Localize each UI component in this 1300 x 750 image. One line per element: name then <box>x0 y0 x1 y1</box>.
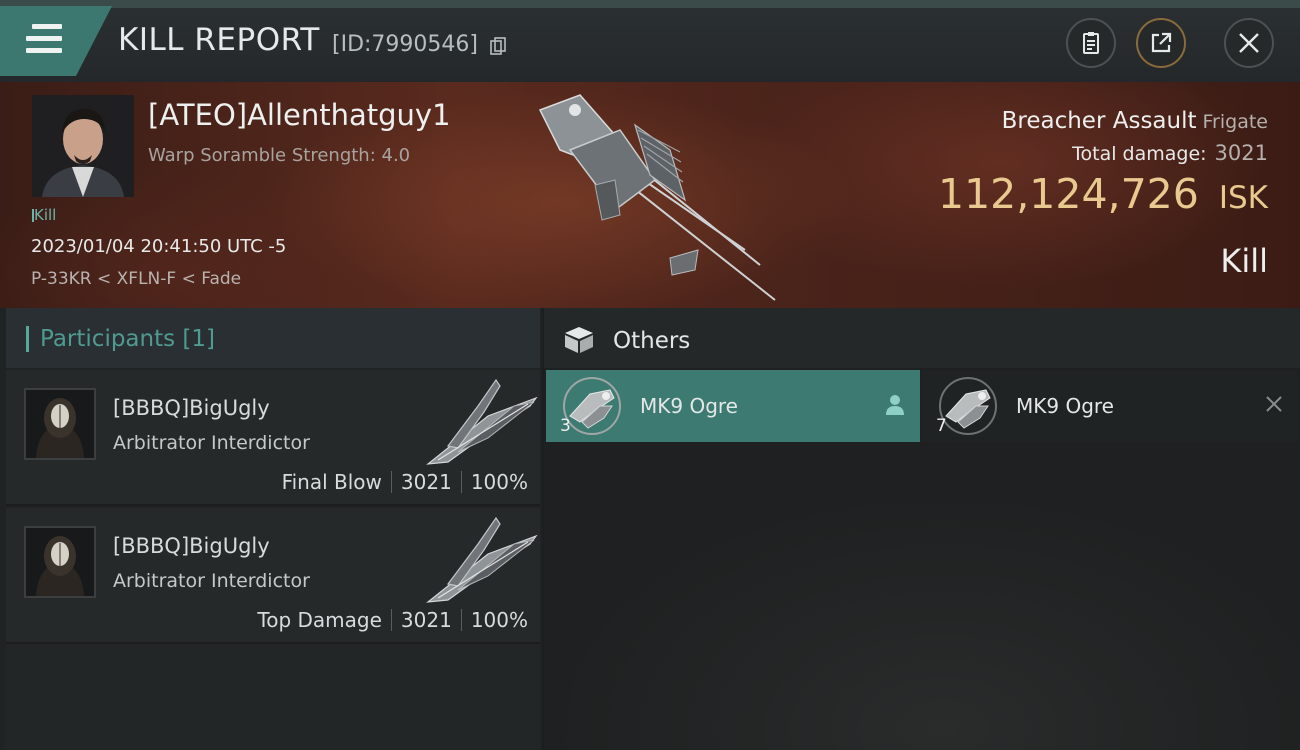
header-accent-line <box>0 0 1300 8</box>
victim-subtitle: Warp Soramble Strength: 4.0 <box>148 145 411 166</box>
cube-icon <box>565 327 593 353</box>
report-id: [ID:7990546] <box>332 32 478 57</box>
item-quantity: 3 <box>560 416 571 436</box>
total-damage: Total damage: 3021 <box>1072 141 1268 165</box>
victim-ship-image <box>538 94 776 301</box>
share-icon <box>1151 32 1172 53</box>
total-damage-value: 3021 <box>1214 141 1268 165</box>
others-item[interactable]: 3 MK9 Ogre <box>546 370 920 442</box>
participant-ship: Arbitrator Interdictor <box>113 432 310 454</box>
participant-percent: 100% <box>470 470 528 494</box>
participant-role: Final Blow <box>281 470 382 494</box>
others-panel: Others 3 MK9 Ogre 7 MK9 Ogre <box>544 308 1300 750</box>
participant-damage: 3021 <box>400 608 452 632</box>
result-label: Kill <box>1220 242 1268 280</box>
others-item[interactable]: 7 MK9 Ogre <box>922 370 1298 442</box>
participant-row[interactable]: [BBBQ]BigUgly Arbitrator Interdictor Fin… <box>6 370 540 506</box>
item-name: MK9 Ogre <box>1016 394 1114 418</box>
participant-ship: Arbitrator Interdictor <box>113 570 310 592</box>
participant-avatar[interactable] <box>24 526 96 598</box>
isk-value: 112,124,726 ISK <box>938 170 1268 218</box>
participant-role: Top Damage <box>257 608 382 632</box>
kill-datetime: 2023/01/04 20:41:50 UTC -5 <box>31 236 287 257</box>
ship-name-text: Breacher Assault <box>1001 108 1197 134</box>
participant-name[interactable]: [BBBQ]BigUgly <box>113 534 270 558</box>
page-title: KILL REPORT <box>118 22 320 58</box>
menu-icon <box>26 24 62 60</box>
share-button[interactable] <box>1136 18 1186 68</box>
participant-stats: Top Damage 3021 100% <box>257 608 528 632</box>
participant-ship-image <box>426 516 538 603</box>
kill-location[interactable]: P-33KR < XFLN-F < Fade <box>31 269 241 289</box>
participant-stats: Final Blow 3021 100% <box>282 470 528 494</box>
close-button[interactable] <box>1224 18 1274 68</box>
item-name: MK9 Ogre <box>640 394 738 418</box>
isk-unit: ISK <box>1218 180 1268 216</box>
participant-row[interactable]: [BBBQ]BigUgly Arbitrator Interdictor Top… <box>6 508 540 644</box>
clipboard-button[interactable] <box>1066 18 1116 68</box>
participant-avatar[interactable] <box>24 388 96 460</box>
participants-empty-area <box>6 644 540 750</box>
participant-ship-image <box>426 378 538 465</box>
victim-name[interactable]: [ATEO]Allenthatguy1 <box>148 98 451 132</box>
kill-tag: Kill <box>31 206 57 224</box>
person-icon[interactable] <box>884 394 906 416</box>
item-quantity: 7 <box>936 416 947 436</box>
close-icon <box>1239 33 1259 53</box>
header-bar: KILL REPORT [ID:7990546] <box>0 0 1300 82</box>
participants-label: Participants [1] <box>40 326 215 352</box>
victim-avatar[interactable] <box>32 95 134 197</box>
tab-indicator <box>26 326 29 352</box>
isk-amount: 112,124,726 <box>938 170 1199 218</box>
others-header: Others <box>544 308 1300 368</box>
participant-percent: 100% <box>470 608 528 632</box>
participant-name[interactable]: [BBBQ]BigUgly <box>113 396 270 420</box>
others-label: Others <box>613 328 691 354</box>
total-damage-label: Total damage: <box>1072 143 1207 165</box>
clipboard-icon <box>1083 32 1099 54</box>
menu-button[interactable] <box>0 6 112 76</box>
participant-damage: 3021 <box>400 470 452 494</box>
close-x-icon[interactable] <box>1264 394 1284 414</box>
victim-ship-name[interactable]: Breacher Assault Frigate <box>1002 108 1268 134</box>
ship-class: Frigate <box>1202 111 1268 133</box>
participants-tab[interactable]: Participants [1] <box>6 308 540 368</box>
copy-icon[interactable] <box>490 37 506 55</box>
